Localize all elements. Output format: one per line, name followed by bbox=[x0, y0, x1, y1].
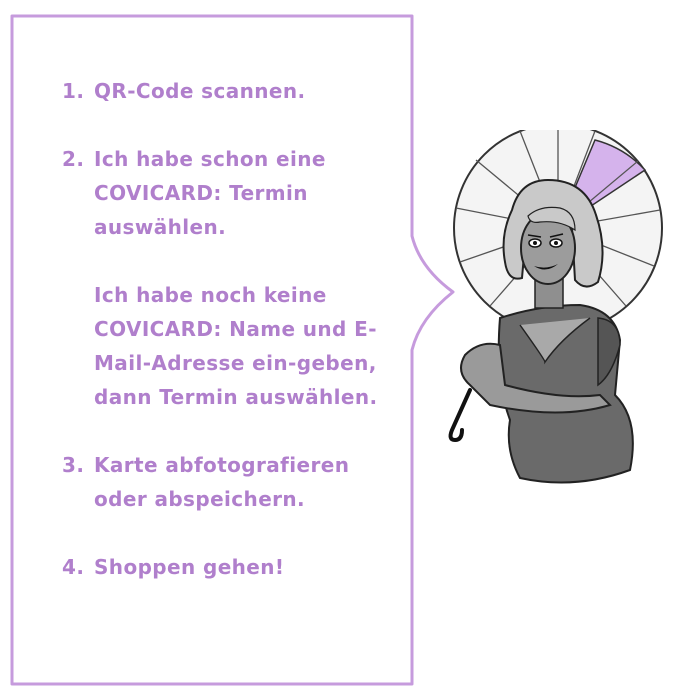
step-4: 4. Shoppen gehen! bbox=[62, 550, 402, 584]
step-2: 2. Ich habe schon eine COVICARD: Termin … bbox=[62, 142, 402, 414]
instruction-list: 1. QR-Code scannen. 2. Ich habe schon ei… bbox=[62, 74, 402, 618]
step-number: 1. bbox=[62, 79, 85, 103]
step-text: Ich habe noch keine COVICARD: Name und E… bbox=[94, 283, 378, 409]
step-3: 3. Karte abfotografieren oder abspeicher… bbox=[62, 448, 402, 516]
step-text: Shoppen gehen! bbox=[94, 555, 285, 579]
step-number: 3. bbox=[62, 453, 85, 477]
step-number: 4. bbox=[62, 555, 85, 579]
step-1: 1. QR-Code scannen. bbox=[62, 74, 402, 108]
step-text: Karte abfotografieren oder abspeichern. bbox=[94, 453, 350, 511]
step-text: Ich habe schon eine COVICARD: Termin aus… bbox=[94, 147, 326, 239]
step-number: 2. bbox=[62, 147, 85, 171]
woman-with-parasol-illustration bbox=[448, 130, 663, 484]
step-text: QR-Code scannen. bbox=[94, 79, 306, 103]
figure-body bbox=[460, 303, 634, 484]
